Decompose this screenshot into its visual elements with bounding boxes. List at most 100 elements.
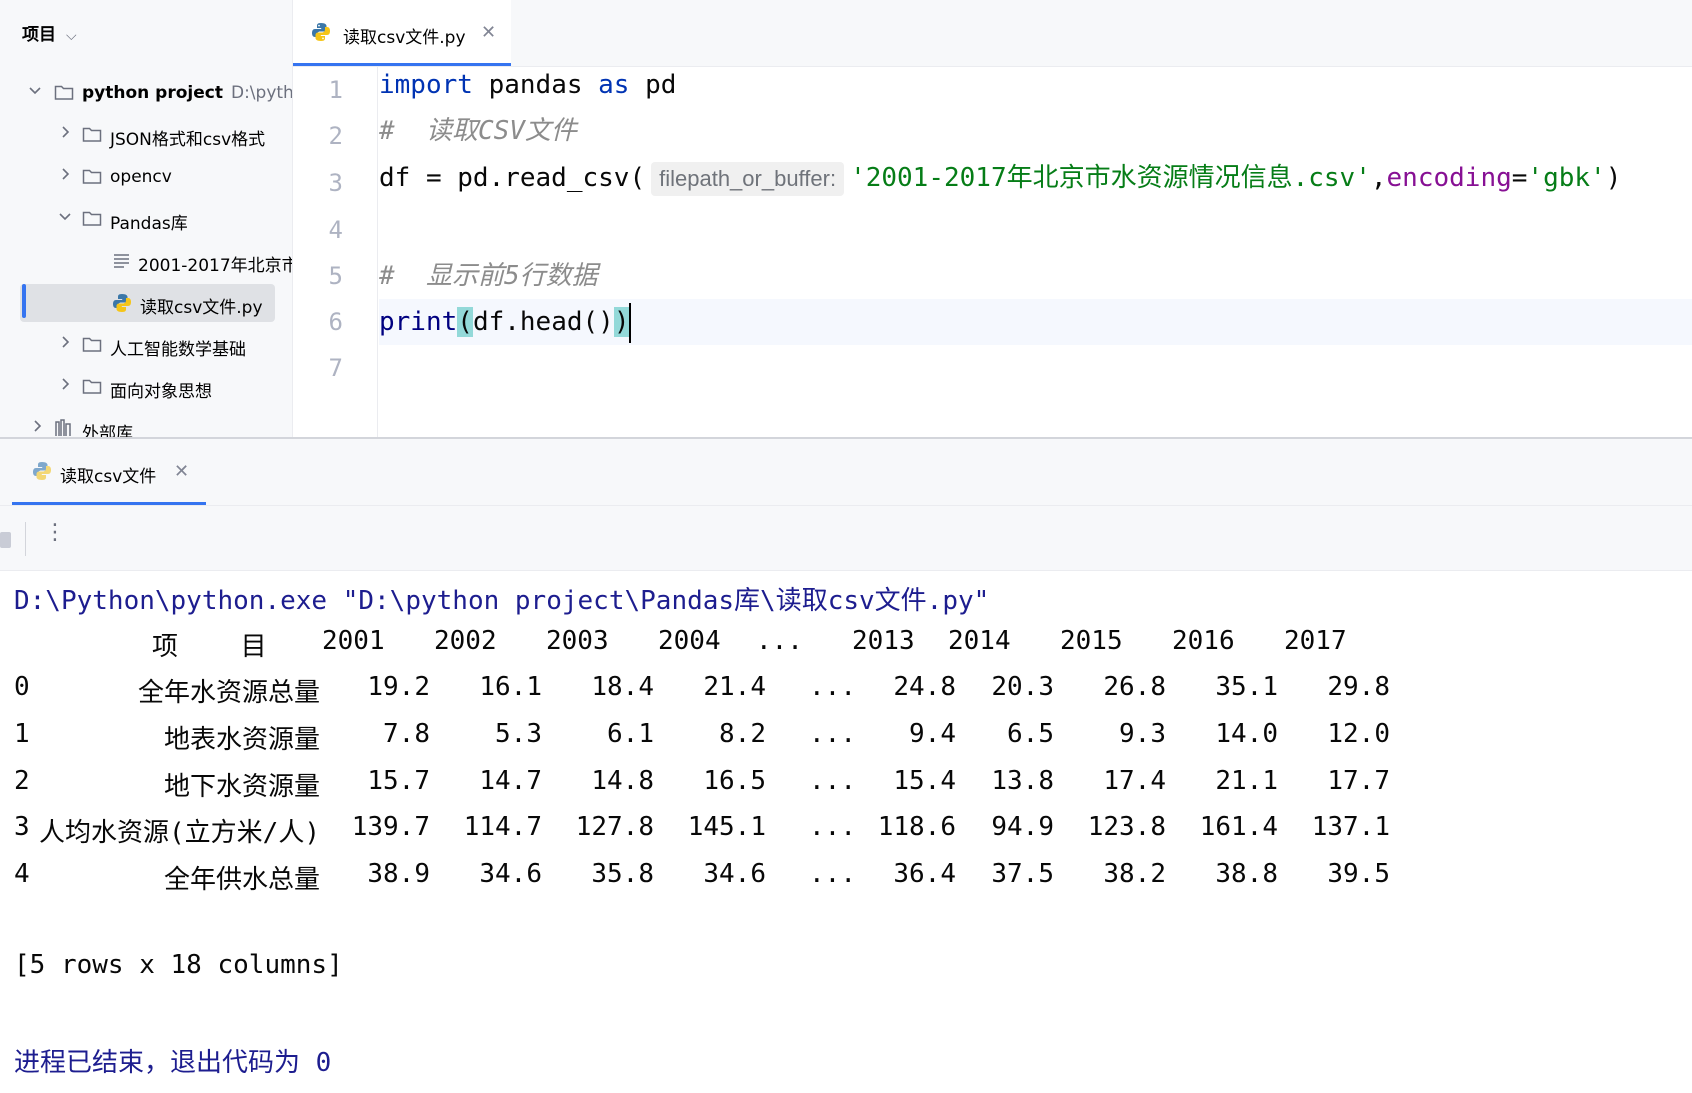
- code-line-5[interactable]: # 显示前5行数据: [379, 253, 598, 299]
- table-cell: 145.1: [687, 812, 766, 842]
- table-cell: 118.6: [877, 812, 956, 842]
- table-column-header: 2002: [434, 626, 497, 656]
- table-cell: 17.7: [1327, 766, 1390, 796]
- code-text: ): [1605, 163, 1622, 193]
- table-cell: 36.4: [893, 859, 956, 889]
- table-cell: 137.1: [1311, 812, 1390, 842]
- tree-item-label: 2001-2017年北京市: [138, 256, 293, 276]
- table-column-header: 2013: [852, 626, 915, 656]
- module-alias: pd: [629, 70, 677, 100]
- chevron-right-icon[interactable]: [58, 377, 72, 391]
- project-sidebar: 项目 ⌵ python projectD:\python JSON格式和csv格式 o…: [0, 0, 293, 437]
- table-cell: 21.4: [703, 672, 766, 702]
- table-cell: ...: [809, 672, 856, 702]
- tree-item-python-file-selected[interactable]: 读取csv文件.py: [20, 284, 275, 322]
- folder-icon: [82, 335, 102, 353]
- editor-tab-label: 读取csv文件.py: [343, 28, 466, 48]
- folder-icon: [82, 209, 102, 227]
- python-run-icon: [32, 461, 52, 485]
- brace-match-open: (: [457, 307, 473, 337]
- project-view-label: 项目: [22, 25, 56, 45]
- chevron-down-icon[interactable]: [58, 209, 72, 223]
- code-comment: # 读取CSV文件: [379, 116, 577, 146]
- code-line-1[interactable]: import pandas as pd: [379, 62, 676, 108]
- table-cell: 14.0: [1215, 719, 1278, 749]
- tree-item-folder[interactable]: JSON格式和csv格式: [0, 116, 292, 154]
- line-number: 4: [328, 216, 343, 244]
- string-literal: 'gbk': [1527, 163, 1606, 193]
- editor-tab-bar: 读取csv文件.py ✕: [293, 0, 1692, 67]
- more-options-icon[interactable]: ⋮: [44, 520, 66, 545]
- tree-item-label: 读取csv文件.py: [140, 298, 263, 318]
- folder-icon: [82, 167, 102, 185]
- chevron-right-icon[interactable]: [58, 167, 72, 181]
- table-row-index: 4: [14, 859, 30, 889]
- code-line-2[interactable]: # 读取CSV文件: [379, 108, 577, 154]
- table-cell: 15.7: [367, 766, 430, 796]
- tree-item-label: JSON格式和csv格式: [110, 130, 266, 150]
- tree-item-folder[interactable]: 面向对象思想: [0, 368, 292, 406]
- table-column-header: 2001: [322, 626, 385, 656]
- run-tab-bar: 读取csv文件 ✕: [0, 439, 1692, 506]
- chevron-right-icon[interactable]: [30, 419, 44, 433]
- close-tab-icon[interactable]: ✕: [481, 22, 496, 43]
- python-file-icon: [311, 22, 331, 46]
- python-file-icon: [112, 293, 132, 312]
- tree-item-folder[interactable]: 人工智能数学基础: [0, 326, 292, 364]
- table-row-label: 地下水资源量: [163, 772, 320, 802]
- keyword-import: import: [379, 70, 473, 100]
- table-column-header: 2014: [948, 626, 1011, 656]
- table-cell: ...: [809, 766, 856, 796]
- folder-icon: [82, 377, 102, 395]
- tree-item-label: opencv: [110, 167, 172, 187]
- keyword-as: as: [598, 70, 630, 100]
- table-cell: ...: [809, 812, 856, 842]
- table-column-header: 2004: [658, 626, 721, 656]
- chevron-down-icon: ⌵: [66, 28, 77, 44]
- table-row-label: 全年供水总量: [163, 865, 320, 895]
- tree-item-label: python projectD:\python: [82, 83, 292, 103]
- tree-item-project[interactable]: python projectD:\python: [0, 74, 292, 112]
- table-cell: 139.7: [351, 812, 430, 842]
- folder-icon: [82, 125, 102, 143]
- close-tab-icon[interactable]: ✕: [174, 461, 189, 482]
- chevron-right-icon[interactable]: [58, 125, 72, 139]
- parameter-hint: filepath_or_buffer:: [651, 161, 845, 196]
- table-cell: 114.7: [463, 812, 542, 842]
- table-column-header: 2015: [1060, 626, 1123, 656]
- table-cell: 21.1: [1215, 766, 1278, 796]
- line-number: 7: [328, 354, 343, 382]
- table-cell: 16.5: [703, 766, 766, 796]
- table-cell: 8.2: [719, 719, 766, 749]
- table-column-header: 2003: [546, 626, 609, 656]
- module-name: pandas: [472, 70, 599, 100]
- project-view-selector[interactable]: 项目 ⌵: [22, 20, 77, 45]
- code-line-3[interactable]: df = pd.read_csv(filepath_or_buffer: '200…: [379, 155, 1621, 201]
- table-cell: 12.0: [1327, 719, 1390, 749]
- run-tab-active[interactable]: 读取csv文件 ✕: [12, 439, 206, 505]
- table-cell: 20.3: [991, 672, 1054, 702]
- table-cell: ...: [809, 719, 856, 749]
- table-cell: 161.4: [1199, 812, 1278, 842]
- table-cell: 34.6: [479, 859, 542, 889]
- editor-tab-active[interactable]: 读取csv文件.py ✕: [293, 0, 511, 66]
- table-cell: 6.1: [607, 719, 654, 749]
- tree-item-text-file[interactable]: 2001-2017年北京市: [0, 242, 292, 280]
- toolbar-divider: [25, 522, 26, 556]
- folder-icon: [54, 83, 74, 101]
- stop-icon[interactable]: [0, 532, 11, 548]
- code-text: df.head(): [472, 307, 614, 337]
- tree-item-folder[interactable]: Pandas库: [0, 200, 292, 238]
- chevron-right-icon[interactable]: [58, 335, 72, 349]
- line-number: 6: [328, 308, 343, 336]
- tree-item-library[interactable]: 外部库: [0, 410, 292, 437]
- table-row-label: 人均水资源(立方米/人): [39, 818, 320, 848]
- table-cell: 16.1: [479, 672, 542, 702]
- code-line-6[interactable]: print(df.head()): [379, 299, 632, 345]
- chevron-down-icon[interactable]: [28, 83, 42, 97]
- code-editor: 读取csv文件.py ✕ 1 2 3 4 5 6 7 import pandas as pd…: [293, 0, 1692, 437]
- table-column-header: ...: [756, 626, 803, 656]
- tree-item-folder[interactable]: opencv: [0, 158, 292, 196]
- function-name: print: [379, 307, 458, 337]
- tree-item-label: 面向对象思想: [110, 382, 212, 402]
